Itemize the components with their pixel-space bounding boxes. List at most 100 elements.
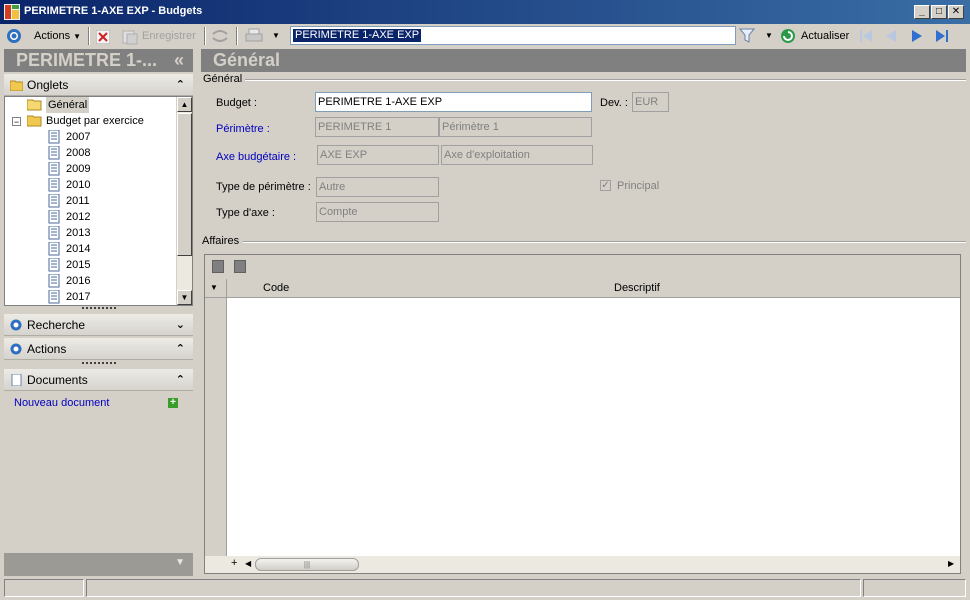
row-selector-column — [205, 298, 227, 558]
scroll-down-icon[interactable]: ▼ — [177, 290, 192, 305]
principal-checkbox[interactable]: ✓ — [600, 180, 611, 191]
documents-section-header[interactable]: Documents ⌃ — [4, 369, 193, 391]
status-cell — [863, 579, 966, 597]
actions-section-header[interactable]: Actions ⌃ — [4, 338, 193, 360]
tree-item-label: 2010 — [66, 179, 91, 191]
scroll-thumb[interactable] — [177, 113, 192, 256]
general-group-title: Général — [203, 73, 246, 85]
scroll-right-icon[interactable]: ▶ — [948, 559, 954, 568]
last-record-icon[interactable] — [934, 28, 950, 44]
tree-item-label: 2009 — [66, 163, 91, 175]
tree-scrollbar[interactable]: ▲ ▼ — [176, 97, 192, 305]
refresh-button[interactable]: Actualiser — [801, 29, 849, 43]
axis-type-label: Type d'axe : — [216, 207, 275, 219]
maximize-button[interactable]: □ — [931, 5, 947, 19]
splitter-grip[interactable] — [82, 362, 116, 365]
budget-sheet-icon — [48, 226, 60, 240]
actions-circle-icon — [10, 343, 22, 355]
perimeter-label[interactable]: Périmètre : — [216, 123, 270, 135]
print-icon[interactable] — [245, 28, 263, 44]
record-search-combo[interactable]: PERIMETRE 1-AXE EXP — [290, 26, 736, 45]
axis-description-field: Axe d'exploitation — [441, 145, 593, 165]
expand-section-icon[interactable]: ⌄ — [176, 314, 185, 336]
perimeter-code-field[interactable]: PERIMETRE 1 — [315, 117, 439, 137]
new-row-icon[interactable] — [212, 260, 224, 273]
first-record-icon[interactable] — [858, 28, 874, 44]
save-button[interactable]: Enregistrer — [142, 27, 196, 45]
group-divider — [243, 79, 966, 81]
actions-circle-icon — [7, 29, 21, 43]
budget-sheet-icon — [48, 178, 60, 192]
tree-collapse-toggle[interactable]: − — [12, 117, 21, 127]
tree-item-label: 2008 — [66, 147, 91, 159]
axis-label[interactable]: Axe budgétaire : — [216, 151, 296, 163]
filter-icon[interactable] — [739, 27, 755, 44]
left-panel-footer: ▼ — [4, 553, 193, 576]
grid-horizontal-scrollbar[interactable]: + ◀ ||| ▶ — [205, 556, 960, 573]
collapse-section-icon[interactable]: ⌃ — [176, 369, 185, 391]
affaires-group-title: Affaires — [202, 235, 243, 247]
budget-label: Budget : — [216, 97, 257, 109]
axis-code-field[interactable]: AXE EXP — [317, 145, 439, 165]
toolbar-separator — [204, 27, 206, 45]
search-section-label: Recherche — [27, 318, 86, 332]
column-header-description[interactable]: Descriptif — [614, 282, 660, 294]
document-icon — [11, 374, 22, 386]
left-panel-title: PERIMETRE 1-... — [16, 50, 158, 70]
column-divider — [226, 279, 227, 298]
refresh-icon — [781, 29, 795, 43]
filter-dropdown-icon[interactable]: ▼ — [765, 31, 773, 40]
print-dropdown-icon[interactable]: ▼ — [272, 27, 280, 45]
budget-sheet-icon — [48, 274, 60, 288]
tree-item-label: 2007 — [66, 131, 91, 143]
close-button[interactable]: ✕ — [948, 5, 964, 19]
previous-record-icon[interactable] — [883, 28, 899, 44]
currency-label: Dev. : — [600, 97, 628, 109]
currency-field[interactable]: EUR — [632, 92, 669, 112]
scroll-left-icon[interactable]: ◀ — [245, 559, 251, 568]
toolbar-separator — [236, 27, 238, 45]
folder-icon — [10, 80, 23, 91]
budget-sheet-icon — [48, 290, 60, 304]
record-search-value: PERIMETRE 1-AXE EXP — [293, 29, 422, 42]
search-section-header[interactable]: Recherche ⌄ — [4, 314, 193, 336]
new-document-link[interactable]: Nouveau document — [14, 397, 109, 409]
tree-item-label: Budget par exercice — [46, 115, 144, 127]
scroll-thumb[interactable]: ||| — [255, 558, 359, 571]
chevron-down-icon: ▼ — [73, 32, 82, 41]
collapse-section-icon[interactable]: ⌃ — [176, 74, 185, 96]
collapse-panel-icon[interactable]: « — [174, 49, 184, 72]
tree-item-label: 2014 — [66, 243, 91, 255]
tabs-section-label: Onglets — [27, 78, 69, 92]
budget-sheet-icon — [48, 130, 60, 144]
actions-section-label: Actions — [27, 342, 67, 356]
scroll-up-icon[interactable]: ▲ — [177, 97, 192, 112]
status-bar — [0, 576, 970, 600]
splitter-grip[interactable] — [82, 307, 116, 310]
tabs-section-header[interactable]: Onglets ⌃ — [4, 74, 193, 96]
grid-toolbar — [205, 255, 960, 279]
collapse-section-icon[interactable]: ⌃ — [176, 338, 185, 360]
perimeter-type-field[interactable]: Autre — [316, 177, 439, 197]
budget-sheet-icon — [48, 162, 60, 176]
sync-icon[interactable] — [211, 28, 229, 44]
status-cell — [4, 579, 84, 597]
chevron-down-icon[interactable]: ▼ — [175, 557, 185, 568]
minimize-button[interactable]: _ — [914, 5, 930, 19]
group-divider — [243, 241, 966, 243]
actions-menu-label: Actions — [34, 30, 71, 42]
cancel-icon[interactable] — [96, 30, 110, 44]
column-header-code[interactable]: Code — [263, 282, 289, 294]
actions-menu-button[interactable]: Actions ▼ — [34, 27, 81, 45]
budget-field[interactable]: PERIMETRE 1-AXE EXP — [315, 92, 592, 112]
axis-type-field[interactable]: Compte — [316, 202, 439, 222]
add-row-icon[interactable]: + — [231, 557, 237, 569]
next-record-icon[interactable] — [909, 28, 925, 44]
open-folder-icon — [27, 99, 42, 111]
budget-sheet-icon — [48, 242, 60, 256]
add-document-icon[interactable]: + — [168, 398, 178, 408]
row-selector-dropdown-icon[interactable]: ▼ — [210, 283, 218, 292]
title-bar: PERIMETRE 1-AXE EXP - Budgets _ □ ✕ — [0, 0, 970, 24]
edit-row-icon[interactable] — [234, 260, 246, 273]
tree-item-label: 2017 — [66, 291, 91, 303]
